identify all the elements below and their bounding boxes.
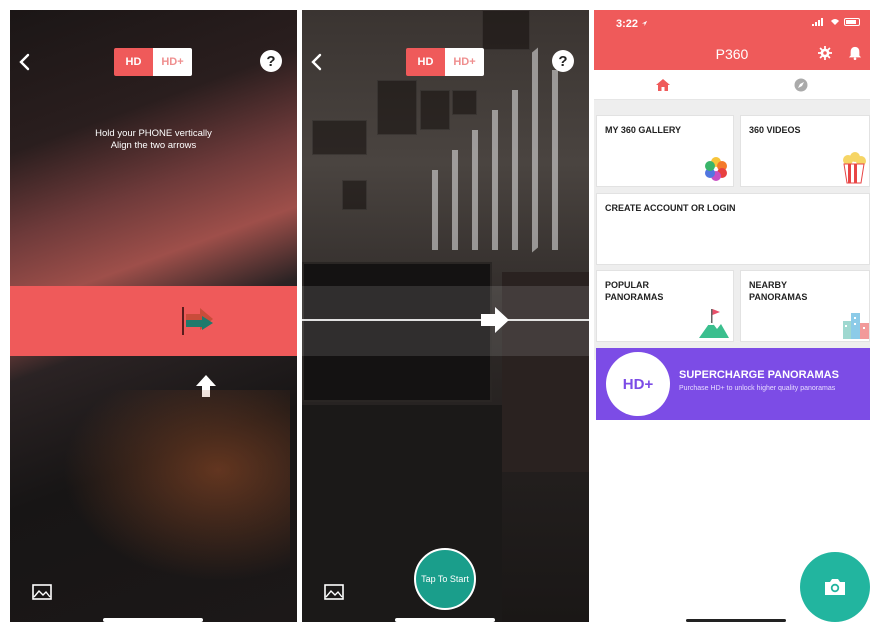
quality-toggle[interactable]: HD HD+: [406, 48, 484, 76]
promo-title: SUPERCHARGE PANORAMAS: [679, 369, 839, 381]
camera-fab-button[interactable]: [800, 552, 870, 622]
alignment-band: [302, 286, 589, 356]
mountain-flag-icon: [699, 309, 729, 338]
gallery-icon[interactable]: [32, 584, 52, 600]
promo-subtitle: Purchase HD+ to unlock higher quality pa…: [679, 385, 836, 392]
photos-flower-icon: [705, 157, 727, 181]
home-indicator: [395, 618, 495, 622]
stair-baluster: [512, 90, 518, 250]
tile-popular-panoramas[interactable]: POPULAR PANORAMAS: [596, 270, 734, 342]
stair-baluster: [452, 150, 458, 250]
compass-icon: [794, 78, 808, 91]
tap-to-start-button[interactable]: Tap To Start: [414, 548, 476, 610]
back-chevron-icon[interactable]: [18, 52, 32, 72]
gallery-icon[interactable]: [324, 584, 344, 600]
hint-line-2: Align the two arrows: [110, 140, 197, 151]
tile-label: 360 VIDEOS: [749, 125, 801, 135]
stair-baluster: [472, 130, 478, 250]
capture-screen-align: HD HD+ ? Hold your PHONE vertically Alig…: [10, 10, 297, 622]
help-icon[interactable]: ?: [552, 50, 574, 72]
tile-my-360-gallery[interactable]: MY 360 GALLERY: [596, 115, 734, 187]
camera-icon: [825, 579, 845, 595]
gear-icon[interactable]: [818, 46, 832, 60]
home-indicator: [686, 619, 786, 622]
home-icon: [656, 78, 670, 91]
wall-frame: [312, 120, 367, 155]
tile-label: NEARBY PANORAMAS: [749, 280, 808, 302]
tab-home[interactable]: [594, 70, 732, 99]
home-indicator: [103, 618, 203, 622]
wall-frame: [420, 90, 450, 130]
up-arrow-icon: [196, 375, 216, 397]
right-arrow-icon: [481, 307, 509, 333]
quality-toggle[interactable]: HD HD+: [114, 48, 192, 76]
city-buildings-icon: [843, 313, 869, 339]
stair-baluster: [552, 70, 558, 250]
instruction-text: Hold your PHONE vertically Align the two…: [10, 128, 297, 152]
horizon-guide-line: [302, 319, 589, 321]
target-arrow-icon: [182, 307, 213, 335]
back-chevron-icon[interactable]: [310, 52, 324, 72]
tile-label: POPULAR PANORAMAS: [605, 280, 664, 302]
wifi-icon: [831, 19, 839, 25]
signal-icon: [812, 18, 823, 26]
app-home-screen: 3:22 P360 MY 360 GALLERY 360 VIDEOS CREA…: [594, 10, 870, 622]
capture-screen-start: HD HD+ ? Tap To Start: [302, 10, 589, 622]
wall-frame: [342, 180, 367, 210]
hint-line-1: Hold your PHONE vertically: [95, 128, 212, 139]
stair-baluster: [492, 110, 498, 250]
tile-nearby-panoramas[interactable]: NEARBY PANORAMAS: [740, 270, 870, 342]
hd-option[interactable]: HD: [406, 48, 445, 76]
stair-railing: [532, 47, 538, 253]
tile-360-videos[interactable]: 360 VIDEOS: [740, 115, 870, 187]
location-arrow-icon: [641, 20, 648, 27]
battery-icon: [844, 18, 860, 26]
app-header: 3:22 P360: [594, 10, 870, 70]
wall-frame: [452, 90, 477, 115]
screenshot-collage: HD HD+ ? Hold your PHONE vertically Alig…: [0, 0, 870, 625]
tile-label: MY 360 GALLERY: [605, 125, 682, 135]
status-indicators: [812, 18, 860, 26]
bell-icon[interactable]: [848, 46, 862, 60]
hd-option[interactable]: HD: [114, 48, 153, 76]
hdplus-option[interactable]: HD+: [445, 48, 484, 76]
status-time: 3:22: [616, 18, 648, 30]
tile-label: CREATE ACCOUNT OR LOGIN: [605, 203, 736, 213]
help-icon[interactable]: ?: [260, 50, 282, 72]
wall-frame: [377, 80, 417, 135]
supercharge-banner[interactable]: HD+ SUPERCHARGE PANORAMAS Purchase HD+ t…: [596, 348, 870, 420]
popcorn-icon: [843, 152, 866, 184]
tile-create-account[interactable]: CREATE ACCOUNT OR LOGIN: [596, 193, 870, 265]
hdplus-option[interactable]: HD+: [153, 48, 192, 76]
hdplus-badge: HD+: [606, 352, 670, 416]
tab-bar: [594, 70, 870, 100]
alignment-band: [10, 286, 297, 356]
stair-baluster: [432, 170, 438, 250]
tab-explore[interactable]: [732, 70, 870, 99]
wall-frame: [482, 10, 530, 50]
